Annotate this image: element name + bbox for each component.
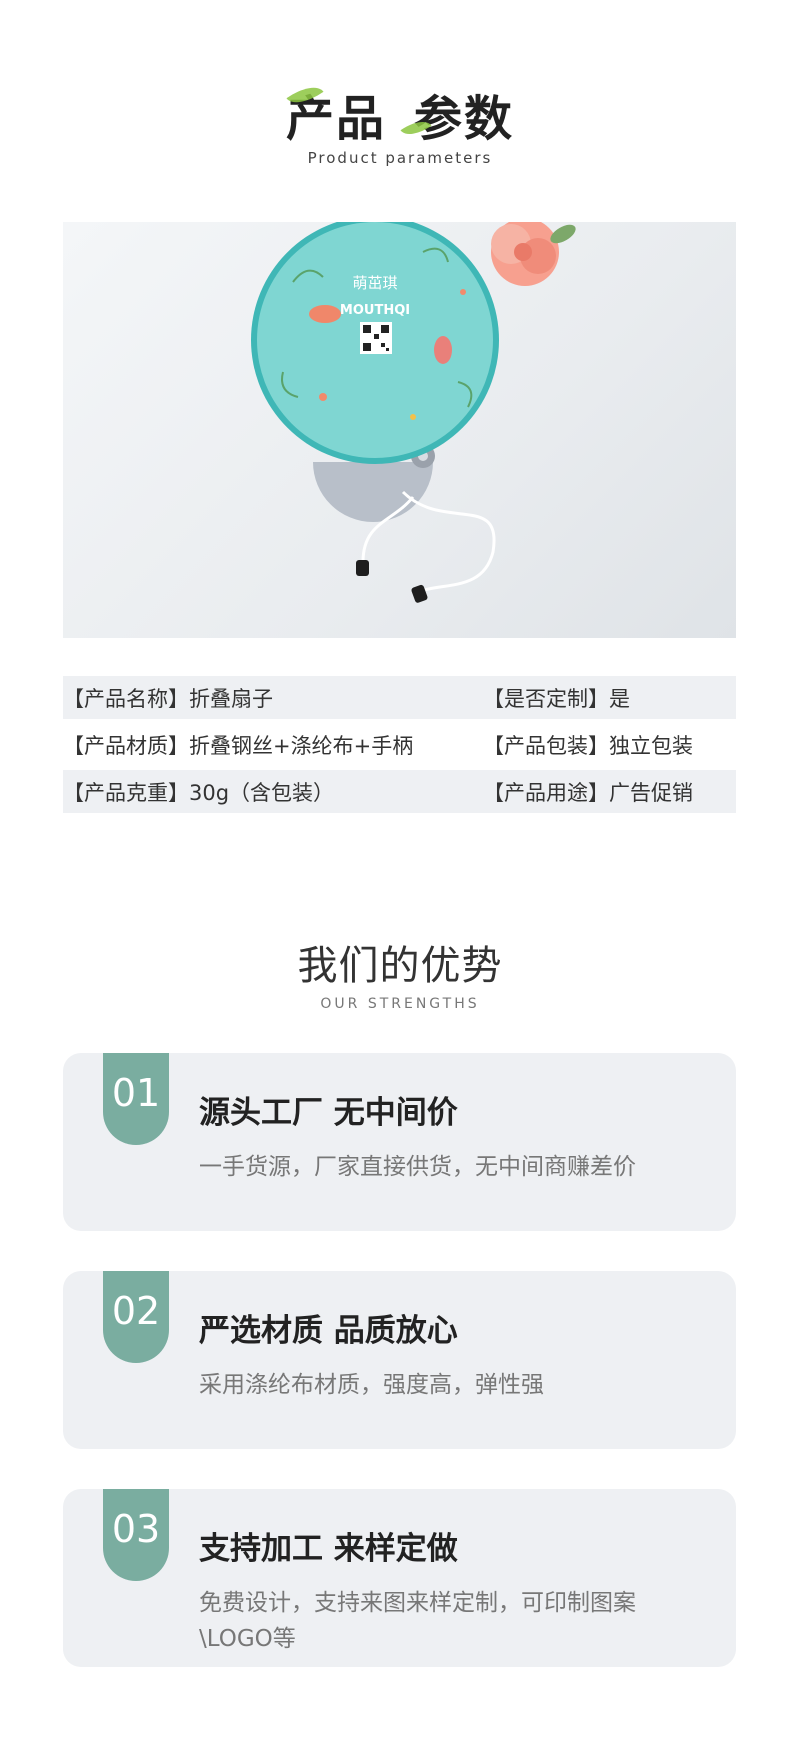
spec-table: 【产品名称】折叠扇子 【是否定制】是 【产品材质】折叠钢丝+涤纶布+手柄 【产品…: [63, 676, 736, 813]
title-part-2: 参数: [414, 91, 515, 147]
spec-row: 【产品克重】30g（含包装） 【产品用途】广告促销: [63, 770, 736, 813]
strengths-subtitle: OUR STRENGTHS: [320, 996, 480, 1012]
strength-title: 严选材质 品质放心: [199, 1313, 458, 1349]
strength-card: 01 源头工厂 无中间价 一手货源，厂家直接供货，无中间商赚差价: [63, 1053, 736, 1231]
strength-title: 支持加工 来样定做: [199, 1531, 458, 1567]
strength-title: 源头工厂 无中间价: [199, 1095, 458, 1131]
strength-number-badge: 03: [103, 1489, 169, 1581]
spec-name: 【产品名称】折叠扇子: [63, 686, 273, 711]
strength-description: 采用涤纶布材质，强度高，弹性强: [199, 1372, 544, 1398]
spec-row: 【产品材质】折叠钢丝+涤纶布+手柄 【产品包装】独立包装: [63, 723, 736, 766]
strengths-header: 我们的优势 OUR STRENGTHS: [0, 944, 800, 1012]
spec-packaging: 【产品包装】独立包装: [483, 733, 693, 758]
spec-usage: 【产品用途】广告促销: [483, 780, 693, 805]
strength-description: 免费设计，支持来图来样定制，可印制图案\LOGO等: [199, 1590, 636, 1652]
strengths-title: 我们的优势: [297, 943, 503, 989]
rose-decoration: [491, 222, 576, 286]
spec-custom: 【是否定制】是: [483, 686, 630, 711]
strength-card: 02 严选材质 品质放心 采用涤纶布材质，强度高，弹性强: [63, 1271, 736, 1449]
strength-card: 03 支持加工 来样定做 免费设计，支持来图来样定制，可印制图案\LOGO等: [63, 1489, 736, 1667]
fan-brand-en: MOUTHQI: [340, 303, 410, 318]
product-photo: 萌茁琪 MOUTHQI: [63, 222, 736, 638]
page-subtitle: Product parameters: [307, 149, 493, 167]
section-header: 产品 参数 Product parameters: [0, 78, 800, 167]
fan-handle: [313, 444, 496, 603]
strength-number-badge: 01: [103, 1053, 169, 1145]
spec-material: 【产品材质】折叠钢丝+涤纶布+手柄: [63, 733, 414, 758]
strength-number-badge: 02: [103, 1271, 169, 1363]
spec-row: 【产品名称】折叠扇子 【是否定制】是: [63, 676, 736, 719]
strength-description: 一手货源，厂家直接供货，无中间商赚差价: [199, 1154, 636, 1180]
spec-weight: 【产品克重】30g（含包装）: [63, 780, 335, 805]
fan-brand-cn: 萌茁琪: [352, 274, 397, 292]
fan-body: 萌茁琪 MOUTHQI: [251, 222, 499, 464]
page-title: 产品 参数: [286, 78, 514, 143]
